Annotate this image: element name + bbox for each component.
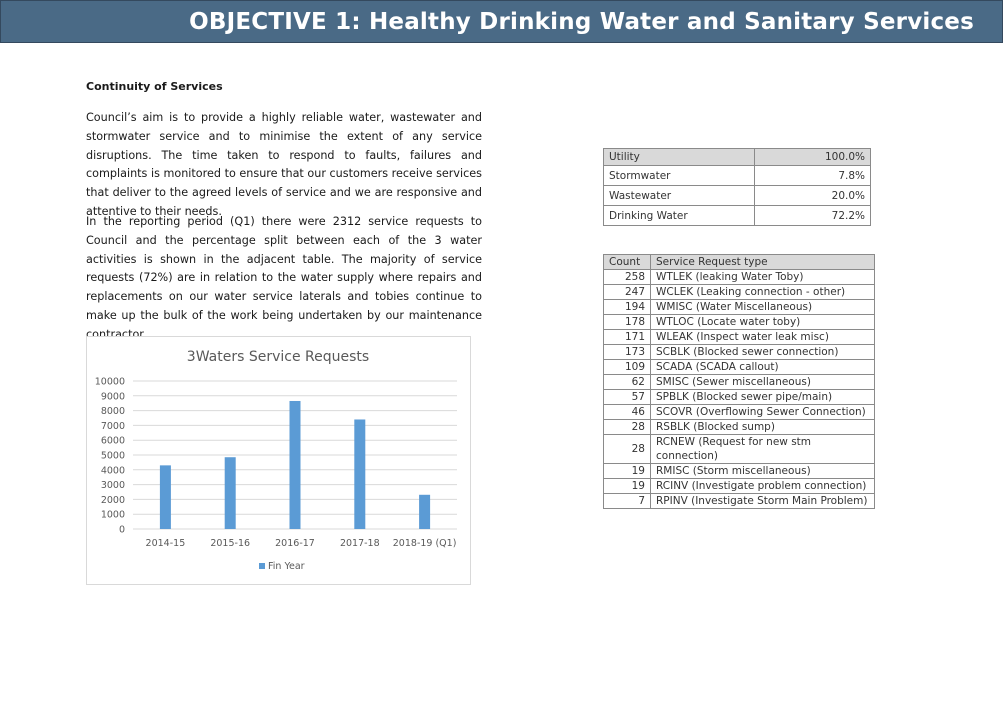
- request-count: 258: [603, 269, 651, 285]
- request-count: 62: [603, 374, 651, 390]
- table-row: 19 RCINV (Investigate problem connection): [603, 478, 875, 494]
- utility-name: Stormwater: [603, 165, 755, 186]
- request-count: 28: [603, 434, 651, 464]
- request-type: SCADA (SCADA callout): [650, 359, 875, 375]
- request-type: WMISC (Water Miscellaneous): [650, 299, 875, 315]
- table-row: 28 RSBLK (Blocked sump): [603, 419, 875, 435]
- request-count: 7: [603, 493, 651, 509]
- table-row: 194 WMISC (Water Miscellaneous): [603, 299, 875, 315]
- y-tick-label: 3000: [101, 480, 125, 491]
- utility-header-label: Utility: [603, 148, 755, 166]
- request-type: RSBLK (Blocked sump): [650, 419, 875, 435]
- table-row: 109 SCADA (SCADA callout): [603, 359, 875, 375]
- request-count: 19: [603, 478, 651, 494]
- table-row: Wastewater 20.0%: [603, 185, 871, 206]
- y-tick-label: 2000: [101, 495, 125, 506]
- utility-percent: 7.8%: [754, 165, 871, 186]
- x-tick-label: 2015-16: [210, 538, 250, 549]
- utility-percent: 20.0%: [754, 185, 871, 206]
- paragraph-aim: Council’s aim is to provide a highly rel…: [86, 111, 482, 218]
- chart-canvas: 3Waters Service Requests 0 1000 2000 3000 40…: [95, 349, 457, 572]
- request-type: RCNEW (Request for new stm connection): [650, 434, 875, 464]
- request-count: 28: [603, 419, 651, 435]
- request-count: 194: [603, 299, 651, 315]
- request-type: SCOVR (Overflowing Sewer Connection): [650, 404, 875, 420]
- chart-title: 3Waters Service Requests: [187, 349, 369, 365]
- request-type: SCBLK (Blocked sewer connection): [650, 344, 875, 360]
- utility-percent: 72.2%: [754, 205, 871, 226]
- x-tick-label: 2017-18: [340, 538, 380, 549]
- table-row: Stormwater 7.8%: [603, 165, 871, 186]
- utility-split-table: Utility 100.0% Stormwater 7.8% Wastewate…: [603, 148, 871, 226]
- table-row: 178 WTLOC (Locate water toby): [603, 314, 875, 330]
- table-row: 46 SCOVR (Overflowing Sewer Connection): [603, 404, 875, 420]
- table-row: 28 RCNEW (Request for new stm connection): [603, 434, 875, 464]
- request-type: WCLEK (Leaking connection - other): [650, 284, 875, 300]
- utility-name: Wastewater: [603, 185, 755, 206]
- utility-header-total: 100.0%: [754, 148, 871, 166]
- request-type: RCINV (Investigate problem connection): [650, 478, 875, 494]
- request-type: RPINV (Investigate Storm Main Problem): [650, 493, 875, 509]
- bar: [354, 419, 366, 529]
- page-title: OBJECTIVE 1: Healthy Drinking Water and …: [189, 8, 974, 35]
- request-count: 247: [603, 284, 651, 300]
- table-row: 171 WLEAK (Inspect water leak misc): [603, 329, 875, 345]
- bar: [224, 457, 236, 529]
- y-tick-label: 8000: [101, 406, 125, 417]
- request-type: WTLEK (leaking Water Toby): [650, 269, 875, 285]
- request-count: 109: [603, 359, 651, 375]
- table-row: Drinking Water 72.2%: [603, 205, 871, 226]
- request-type: WLEAK (Inspect water leak misc): [650, 329, 875, 345]
- type-column-header: Service Request type: [650, 254, 875, 270]
- x-tick-label: 2016-17: [275, 538, 315, 549]
- request-type: WTLOC (Locate water toby): [650, 314, 875, 330]
- request-header-row: Count Service Request type: [603, 254, 875, 270]
- y-tick-label: 5000: [101, 451, 125, 462]
- y-tick-label: 1000: [101, 510, 125, 521]
- y-tick-label: 10000: [95, 377, 125, 388]
- utility-header-row: Utility 100.0%: [603, 148, 871, 166]
- table-row: 247 WCLEK (Leaking connection - other): [603, 284, 875, 300]
- y-tick-label: 7000: [101, 421, 125, 432]
- legend-swatch: [259, 563, 265, 569]
- bar: [159, 465, 171, 529]
- request-count: 46: [603, 404, 651, 420]
- bar: [289, 400, 301, 529]
- request-count: 171: [603, 329, 651, 345]
- chart-legend: Fin Year: [259, 561, 305, 572]
- service-requests-chart: 3Waters Service Requests 0 1000 2000 3000 40…: [86, 336, 471, 585]
- y-tick-label: 9000: [101, 391, 125, 402]
- y-tick-label: 0: [119, 525, 125, 536]
- request-count: 178: [603, 314, 651, 330]
- request-count: 19: [603, 463, 651, 479]
- request-type: SPBLK (Blocked sewer pipe/main): [650, 389, 875, 405]
- paragraph-reporting: In the reporting period (Q1) there were …: [86, 215, 482, 341]
- table-row: 19 RMISC (Storm miscellaneous): [603, 463, 875, 479]
- table-row: 173 SCBLK (Blocked sewer connection): [603, 344, 875, 360]
- request-type: RMISC (Storm miscellaneous): [650, 463, 875, 479]
- request-count: 173: [603, 344, 651, 360]
- table-row: 7 RPINV (Investigate Storm Main Problem): [603, 493, 875, 509]
- bar: [419, 494, 431, 529]
- table-row: 258 WTLEK (leaking Water Toby): [603, 269, 875, 285]
- service-request-table: Count Service Request type 258 WTLEK (lea…: [603, 254, 875, 509]
- page-banner: OBJECTIVE 1: Healthy Drinking Water and …: [0, 0, 1003, 43]
- x-tick-label: 2014-15: [146, 538, 186, 549]
- count-column-header: Count: [603, 254, 651, 270]
- request-count: 57: [603, 389, 651, 405]
- request-type: SMISC (Sewer miscellaneous): [650, 374, 875, 390]
- y-tick-label: 4000: [101, 465, 125, 476]
- y-tick-label: 6000: [101, 436, 125, 447]
- table-row: 62 SMISC (Sewer miscellaneous): [603, 374, 875, 390]
- table-row: 57 SPBLK (Blocked sewer pipe/main): [603, 389, 875, 405]
- utility-name: Drinking Water: [603, 205, 755, 226]
- section-heading: Continuity of Services: [86, 80, 223, 93]
- legend-label: Fin Year: [268, 561, 305, 572]
- x-tick-label: 2018-19 (Q1): [393, 538, 457, 549]
